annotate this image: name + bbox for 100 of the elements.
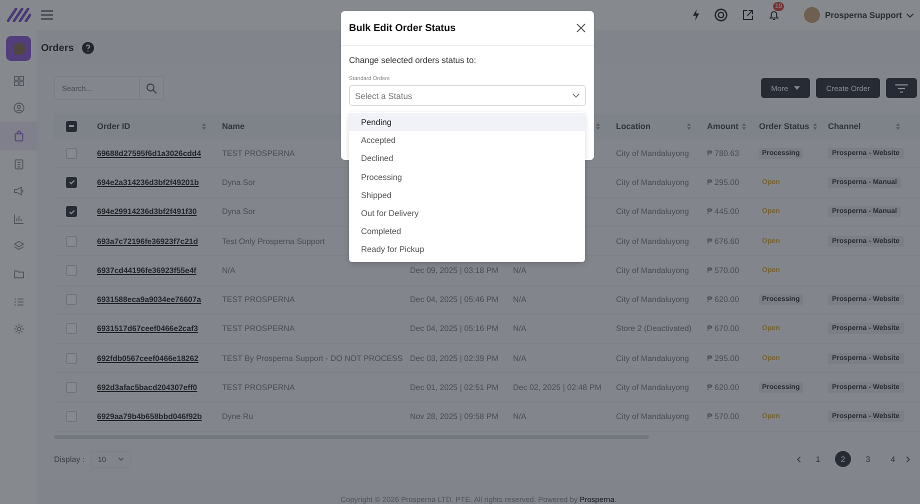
row-checkbox[interactable] xyxy=(66,176,77,188)
table-cell: ₱ 670.00 xyxy=(707,324,740,334)
column-header[interactable]: Amount xyxy=(707,121,738,132)
table-cell: Dec 01, 2025 | 02:51 PM xyxy=(410,383,498,392)
table-cell: City of Mandaluyong xyxy=(616,207,689,216)
column-header[interactable]: Order ID xyxy=(97,121,130,132)
table-cell: ₱ 445.00 xyxy=(707,207,740,216)
status-option[interactable]: Processing xyxy=(349,168,585,186)
check-icon xyxy=(68,208,76,216)
dialog-title: Bulk Edit Order Status xyxy=(349,22,456,34)
table-cell: TEST PROSPERNA xyxy=(222,148,295,158)
layers-icon xyxy=(12,240,24,252)
help-icon[interactable] xyxy=(82,42,94,54)
menu-icon[interactable] xyxy=(41,10,53,20)
close-icon[interactable] xyxy=(576,23,586,33)
table-cell: City of Mandaluyong xyxy=(616,148,689,158)
table-cell: City of Mandaluyong xyxy=(616,383,689,392)
status-select[interactable]: Select a Status xyxy=(349,85,586,106)
filter-button[interactable] xyxy=(886,78,917,98)
page-button[interactable]: 3 xyxy=(860,451,876,467)
chevron-right-icon[interactable] xyxy=(906,456,910,462)
select-all-checkbox[interactable] xyxy=(66,120,77,132)
table-cell: Dyna Sor xyxy=(222,178,256,187)
table-cell: City of Mandaluyong xyxy=(616,295,689,304)
nav-item[interactable] xyxy=(0,122,37,150)
table-cell: ₱ 620.00 xyxy=(707,295,740,304)
bolt-icon[interactable] xyxy=(692,9,700,22)
table-cell: N/A xyxy=(513,295,526,304)
status-option[interactable]: Completed xyxy=(349,222,585,240)
page-button[interactable]: 1 xyxy=(810,451,826,467)
status-option[interactable]: Out for Delivery xyxy=(349,204,585,222)
chevron-down-icon[interactable] xyxy=(906,12,914,18)
page-title: Orders xyxy=(41,42,74,54)
table-cell: Dec 09, 2025 | 03:18 PM xyxy=(410,266,498,275)
table-cell: N/A xyxy=(513,354,526,363)
table-cell: Dec 04, 2025 | 05:46 PM xyxy=(410,295,498,304)
user-name[interactable]: Prosperna Support xyxy=(825,10,902,20)
table-cell: N/A xyxy=(222,266,236,275)
chevron-down-icon xyxy=(118,457,124,461)
table-cell: ₱ 570.00 xyxy=(707,412,740,422)
chevron-left-icon[interactable] xyxy=(797,456,801,462)
megaphone-icon xyxy=(12,185,24,198)
folder-icon xyxy=(12,268,24,280)
table-cell: City of Mandaluyong xyxy=(616,236,689,246)
grid-icon xyxy=(12,74,24,87)
status-option[interactable]: Declined xyxy=(349,149,585,168)
table-cell: N/A xyxy=(513,266,526,275)
table-cell: ₱ 295.00 xyxy=(707,354,740,363)
status-option[interactable]: Pending xyxy=(349,113,585,132)
settings-icon xyxy=(12,323,24,336)
table-cell: City of Mandaluyong xyxy=(616,178,689,187)
store-avatar[interactable] xyxy=(6,36,31,61)
external-link-icon[interactable] xyxy=(742,9,754,22)
list-icon xyxy=(12,296,24,308)
column-header[interactable]: Name xyxy=(222,121,245,132)
table-cell: N/A xyxy=(513,412,526,422)
bag-icon xyxy=(12,130,24,142)
table-cell: TEST By Prosperna Support - DO NOT PROCESS xyxy=(222,354,403,363)
status-option[interactable]: Ready for Pickup xyxy=(349,240,585,258)
sort-icon[interactable] xyxy=(202,122,206,130)
sort-icon[interactable] xyxy=(596,122,600,130)
table-cell: ₱ 570.00 xyxy=(707,266,740,275)
table-cell: City of Mandaluyong xyxy=(616,412,689,422)
column-header[interactable]: Order Status xyxy=(759,121,810,132)
table-cell: Dec 04, 2025 | 05:16 PM xyxy=(410,324,498,334)
logo-icon xyxy=(6,8,30,22)
column-header[interactable]: Location xyxy=(616,121,651,132)
sort-icon[interactable] xyxy=(813,122,818,130)
user-avatar[interactable] xyxy=(804,7,820,24)
table-cell: ₱ 780.63 xyxy=(707,148,740,158)
table-cell: TEST PROSPERNA xyxy=(222,324,295,334)
sort-icon[interactable] xyxy=(896,122,900,130)
table-cell: ₱ 620.00 xyxy=(707,383,740,392)
column-header[interactable]: Channel xyxy=(828,121,861,132)
user-circle-icon xyxy=(12,102,24,114)
page-button[interactable]: 4 xyxy=(885,451,901,467)
table-cell: Dec 03, 2025 | 02:39 PM xyxy=(410,354,498,363)
table-cell: City of Mandaluyong xyxy=(616,266,689,275)
search-icon xyxy=(146,82,157,94)
row-checkbox[interactable] xyxy=(66,206,77,218)
table-cell: ₱ 676.60 xyxy=(707,236,740,246)
table-cell: Nov 28, 2025 | 09:58 PM xyxy=(410,412,498,422)
table-cell: Dyna Sor xyxy=(222,207,256,216)
search-button[interactable] xyxy=(140,76,164,100)
table-cell: TEST PROSPERNA xyxy=(222,295,295,304)
bar-chart-icon xyxy=(12,212,24,225)
chevron-down-icon xyxy=(572,93,580,98)
sort-icon[interactable] xyxy=(687,122,691,130)
bell-icon[interactable] xyxy=(768,9,780,22)
table-cell: City of Mandaluyong xyxy=(616,354,689,363)
status-option[interactable]: Accepted xyxy=(349,131,585,150)
filter-icon xyxy=(895,84,908,93)
table-cell: TEST PROSPERNA xyxy=(222,383,295,392)
page-button[interactable]: 2 xyxy=(835,451,851,467)
caret-icon xyxy=(794,86,800,90)
target-icon[interactable] xyxy=(714,8,728,22)
sort-icon[interactable] xyxy=(742,122,746,130)
check-icon xyxy=(68,178,76,186)
table-cell: Dec 02, 2025 | 02:48 PM xyxy=(513,383,602,392)
status-option[interactable]: Shipped xyxy=(349,186,585,204)
